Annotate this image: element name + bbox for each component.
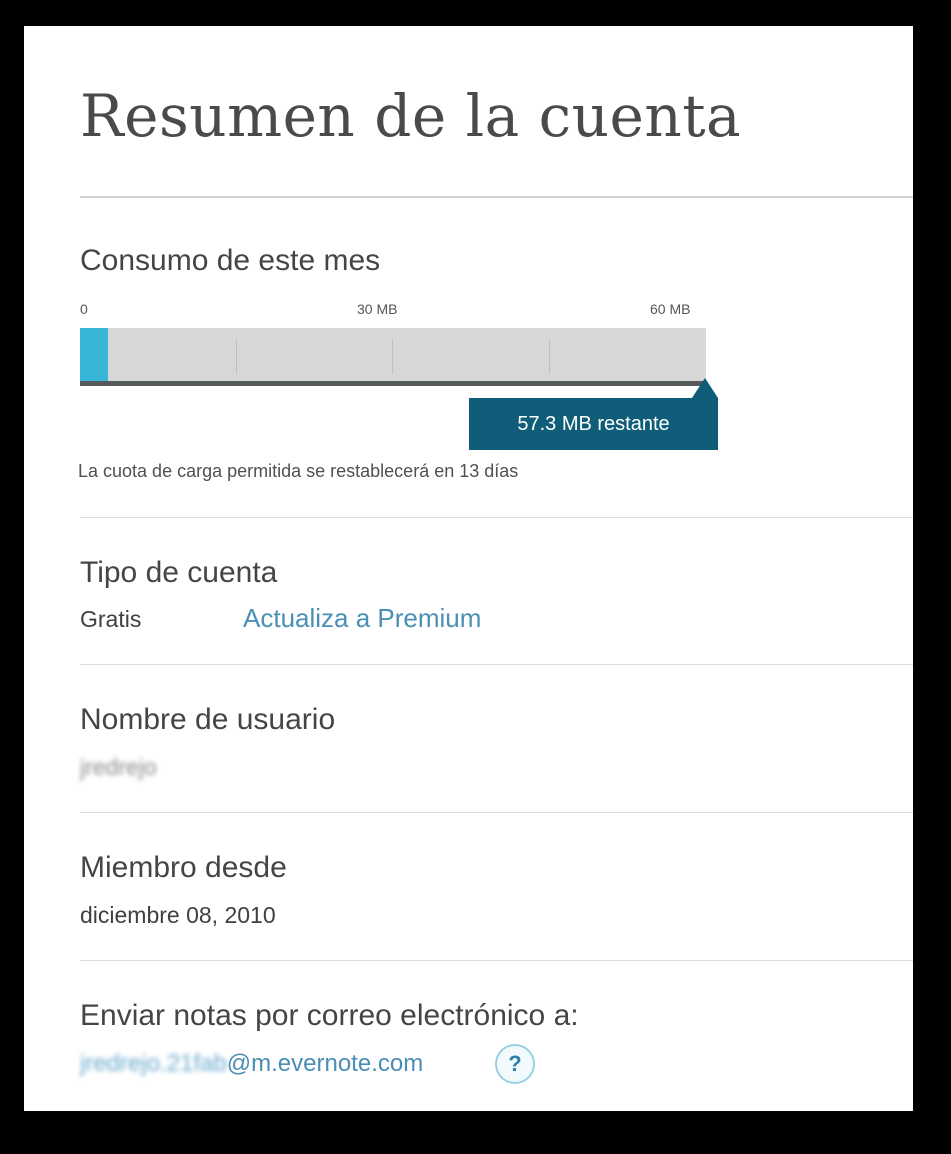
member-since-label: Miembro desde	[80, 851, 287, 884]
scale-label-min: 0	[80, 301, 88, 317]
section-divider	[80, 664, 913, 665]
member-since-value: diciembre 08, 2010	[80, 902, 276, 928]
help-icon[interactable]: ?	[495, 1044, 535, 1084]
section-divider	[80, 517, 913, 518]
username-blurred: jredrejo	[80, 754, 157, 780]
meter-tick	[236, 340, 237, 374]
title-divider	[80, 196, 913, 198]
meter-tick	[392, 340, 393, 374]
remaining-tooltip-pointer	[692, 378, 718, 398]
page-title: Resumen de la cuenta	[80, 82, 742, 150]
account-summary-panel: Resumen de la cuenta Consumo de este mes…	[24, 26, 913, 1111]
scale-label-max: 60 MB	[650, 301, 691, 317]
quota-reset-note: La cuota de carga permitida se restablec…	[78, 461, 519, 481]
email-address[interactable]: jredrejo.21fab@m.evernote.com	[80, 1050, 423, 1078]
account-type-value: Gratis	[80, 606, 142, 632]
email-notes-label: Enviar notas por correo electrónico a:	[80, 999, 579, 1032]
email-domain: @m.evernote.com	[226, 1050, 424, 1077]
username-label: Nombre de usuario	[80, 703, 336, 736]
usage-meter-fill	[80, 328, 109, 381]
scale-label-mid: 30 MB	[357, 301, 398, 317]
meter-tick	[549, 340, 550, 374]
email-local-part: jredrejo.21fab	[80, 1050, 227, 1077]
section-divider	[80, 960, 913, 961]
section-divider	[80, 812, 913, 813]
account-type-label: Tipo de cuenta	[80, 556, 278, 589]
remaining-tooltip: 57.3 MB restante	[469, 398, 718, 450]
usage-label: Consumo de este mes	[80, 244, 381, 277]
username-value: jredrejo	[80, 754, 157, 781]
usage-meter	[80, 328, 706, 386]
upgrade-premium-link[interactable]: Actualiza a Premium	[243, 603, 481, 634]
